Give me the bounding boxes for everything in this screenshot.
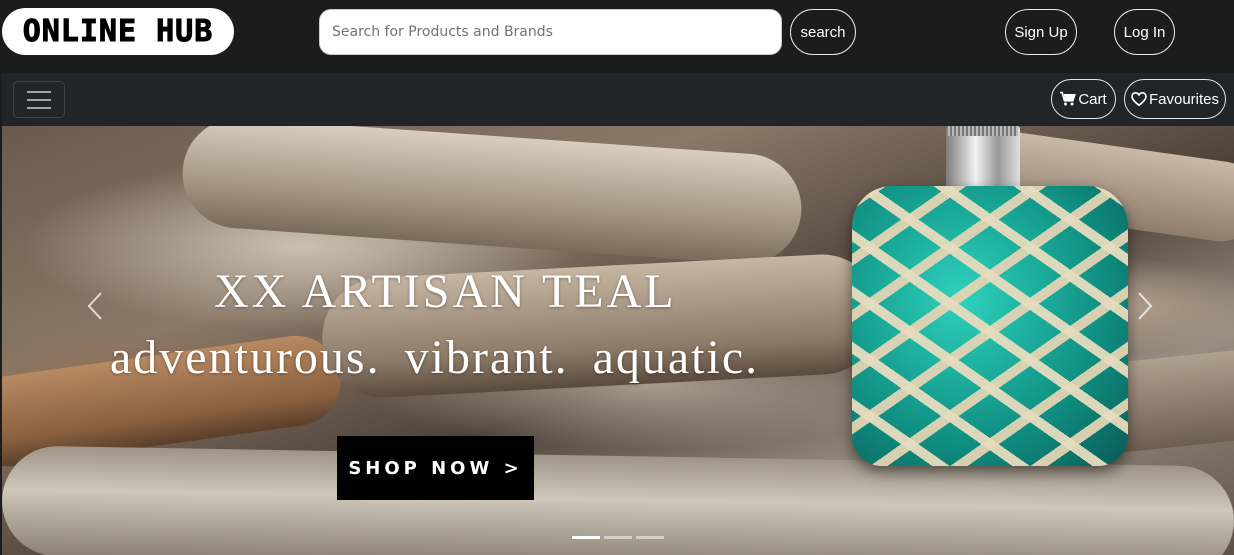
log-in-button[interactable]: Log In: [1114, 9, 1175, 55]
chevron-right-icon: [1138, 292, 1153, 320]
hero-title: XX ARTISAN TEAL: [214, 265, 677, 318]
chevron-left-icon: [87, 292, 102, 320]
carousel-indicators: [572, 536, 664, 539]
hero-carousel: XX ARTISAN TEAL adventurous. vibrant. aq…: [2, 126, 1234, 555]
carousel-prev-button[interactable]: [80, 286, 110, 326]
bottle-body: [852, 186, 1128, 466]
sign-up-button[interactable]: Sign Up: [1005, 9, 1077, 55]
site-logo[interactable]: ONLINE HUB: [2, 8, 234, 55]
carousel-indicator-3[interactable]: [636, 536, 664, 539]
cart-button[interactable]: Cart: [1051, 79, 1116, 119]
top-header: ONLINE HUB search Sign Up Log In: [0, 0, 1234, 66]
carousel-indicator-2[interactable]: [604, 536, 632, 539]
search-input[interactable]: [319, 9, 782, 55]
driftwood-image: [178, 126, 806, 268]
logo-text: ONLINE HUB: [22, 14, 214, 50]
heart-icon: [1131, 91, 1147, 107]
cart-icon: [1060, 91, 1077, 106]
carousel-next-button[interactable]: [1130, 286, 1160, 326]
secondary-navbar: Cart Favourites: [2, 73, 1234, 126]
carousel-indicator-1[interactable]: [572, 536, 600, 539]
shop-now-button[interactable]: SHOP NOW >: [337, 436, 534, 500]
hero-subtitle: adventurous. vibrant. aquatic.: [110, 331, 760, 384]
bottle-cap-ridges: [948, 126, 1018, 136]
cart-label: Cart: [1078, 90, 1107, 108]
favourites-label: Favourites: [1148, 90, 1219, 108]
perfume-bottle-image: [846, 126, 1136, 471]
search-button[interactable]: search: [790, 9, 856, 55]
favourites-button[interactable]: Favourites: [1124, 79, 1226, 119]
hamburger-icon[interactable]: [13, 81, 65, 118]
